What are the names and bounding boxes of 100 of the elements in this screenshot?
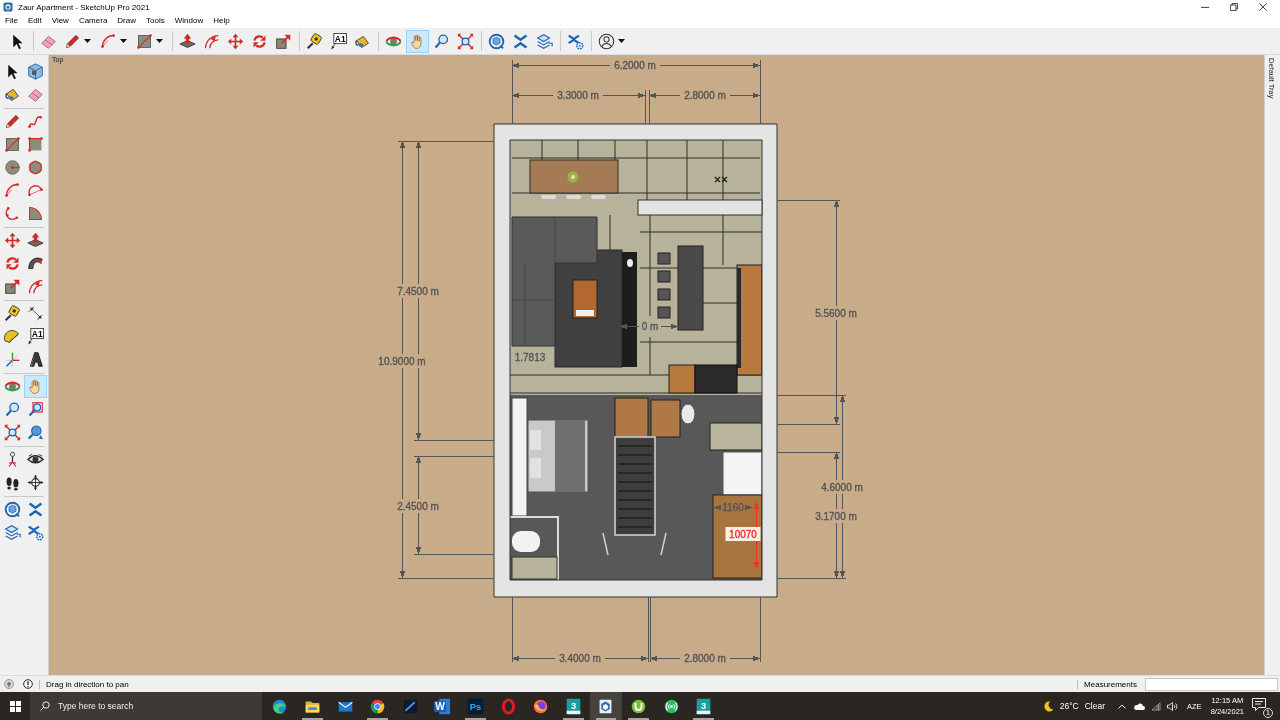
menu-item[interactable]: File <box>0 14 23 28</box>
expand-arrows-icon <box>457 32 474 50</box>
menu-item[interactable]: Camera <box>73 14 113 28</box>
slab-arrow-icon <box>179 32 196 50</box>
caret-icon <box>156 39 163 43</box>
paint-bucket-icon <box>4 86 21 103</box>
crosshair-arrows-icon <box>27 474 44 491</box>
bathroom-counter <box>511 556 558 580</box>
icon-text: W <box>435 700 446 712</box>
menu-item[interactable]: Help <box>208 14 235 28</box>
swirl-icon <box>271 697 289 715</box>
wooden-panel <box>650 399 681 438</box>
magnifier-icon <box>4 401 21 418</box>
dimension-label: 2.8000 m <box>684 89 726 101</box>
pencil-icon <box>64 32 81 50</box>
layers-icon <box>536 32 553 50</box>
dimension-label: 0 m <box>641 320 659 332</box>
menu-item[interactable]: Tools <box>141 14 170 28</box>
chevrons-icon <box>27 501 44 518</box>
speaker-icon[interactable] <box>1167 701 1179 711</box>
exclamation-icon <box>23 679 33 689</box>
rectangle-corner-icon <box>27 136 44 153</box>
chevrons-gear-icon <box>567 32 584 50</box>
offset-arcs-icon <box>27 278 44 295</box>
dimension-label: 10070 <box>725 527 761 541</box>
status-hint: Drag in direction to pan <box>46 679 129 689</box>
dark-tile-icon <box>401 697 419 715</box>
dimension-label: 10.9000 m <box>378 355 426 367</box>
notification-count: 1 <box>1263 708 1273 718</box>
icon-text: A1 <box>334 33 346 43</box>
moon-icon <box>1042 700 1054 712</box>
caret-icon <box>84 39 91 43</box>
axes-icon <box>4 351 21 368</box>
broadcast-circle-icon <box>662 697 680 715</box>
pan-tool-button[interactable] <box>406 29 429 53</box>
menu-item[interactable]: Window <box>169 14 209 28</box>
caret-icon <box>120 39 127 43</box>
menu-item[interactable]: Edit <box>22 14 47 28</box>
square-arrow-icon <box>275 32 292 50</box>
rectangle-icon <box>4 136 21 153</box>
lamp-icon <box>627 259 633 267</box>
notification-icon[interactable] <box>1252 698 1266 711</box>
chair <box>591 195 606 199</box>
search-field[interactable]: Type here to search <box>30 692 262 720</box>
arc-icon <box>4 182 21 199</box>
chevrons-icon <box>512 32 529 50</box>
expand-arrows-icon <box>4 424 21 441</box>
rotate-arrows-icon <box>4 255 21 272</box>
search-icon <box>40 701 50 711</box>
text-tool-button[interactable]: A1 <box>327 29 350 53</box>
hexagon-ring-icon <box>488 32 505 50</box>
hexagon-ring-icon <box>4 501 21 518</box>
bar-stool <box>657 288 671 301</box>
location-pin-icon <box>4 679 14 689</box>
signal-icon[interactable] <box>1151 701 1162 711</box>
dimension-label: 2.4500 m <box>397 500 439 512</box>
plant-icon <box>567 171 579 183</box>
chair <box>541 195 556 199</box>
caret-icon <box>618 39 625 43</box>
pencil-icon <box>4 113 21 130</box>
weather-temperature: 26°C <box>1059 701 1079 711</box>
slab-arrow-icon <box>27 232 44 249</box>
dimension-icon <box>27 305 44 322</box>
menu-item[interactable]: View <box>46 14 74 28</box>
arc-points-icon <box>27 182 44 199</box>
measurements-field[interactable] <box>1145 677 1278 691</box>
tape-measure-icon <box>306 32 323 50</box>
square-arrow-icon <box>4 278 21 295</box>
magnifier-square-icon <box>27 401 44 418</box>
cube-icon <box>27 63 44 80</box>
bar-stool <box>657 252 671 265</box>
cloud-icon[interactable] <box>1134 702 1146 710</box>
flame-globe-icon <box>532 697 550 715</box>
magnifier-arrow-icon <box>27 424 44 441</box>
window-panes-icon <box>9 700 21 712</box>
taskbar-button[interactable] <box>589 692 623 720</box>
restore-icon <box>1229 3 1238 11</box>
segmented-circle-icon <box>369 697 387 715</box>
icon-text: 3 <box>701 700 707 711</box>
chevron-up-icon[interactable] <box>1118 703 1127 709</box>
chair <box>566 195 581 199</box>
text-tool-button[interactable]: A1 <box>24 325 47 348</box>
bathroom-counter <box>709 422 763 451</box>
dimension-label: 3.4000 m <box>559 652 601 664</box>
taskbar-button[interactable]: W <box>426 692 460 720</box>
dimension-label: 7.4500 m <box>397 285 439 297</box>
cross-mark-icon <box>714 176 728 183</box>
coffee-table <box>572 279 598 319</box>
offset-arcs-icon <box>203 32 220 50</box>
partition-wall <box>509 516 559 581</box>
measurements-label: Measurements <box>1084 679 1137 689</box>
orbit-icon <box>4 378 21 395</box>
ring-icon <box>499 697 517 715</box>
taskbar-button[interactable]: Ps <box>459 692 492 720</box>
rotate-arrows-icon <box>251 32 268 50</box>
curved-extrusion-icon <box>27 255 44 272</box>
close-icon <box>1258 3 1267 11</box>
circle-icon <box>4 159 21 176</box>
menu-item[interactable]: Draw <box>112 14 141 28</box>
move-arrows-icon <box>227 32 244 50</box>
